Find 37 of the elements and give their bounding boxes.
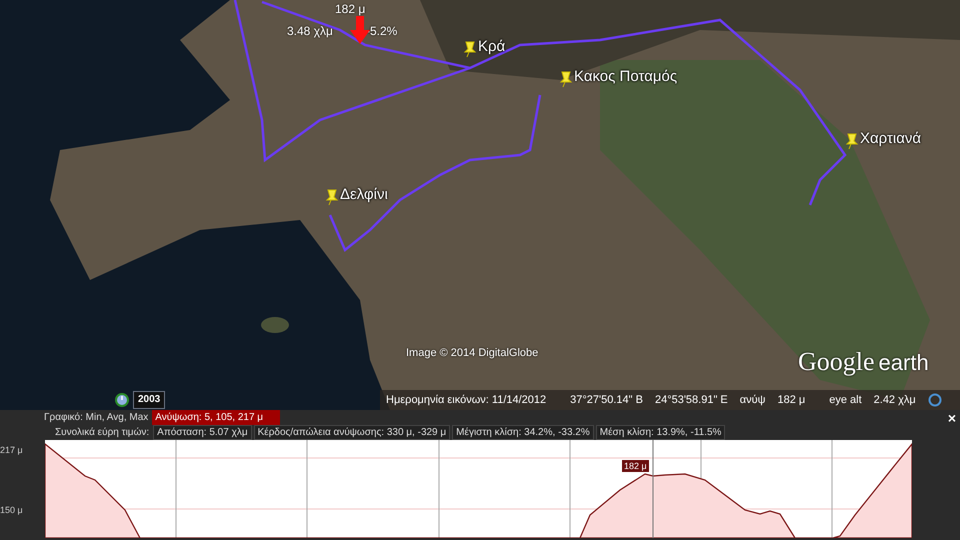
latitude-text: 37°27'50.14" Β: [570, 392, 643, 408]
pushpin-icon[interactable]: [844, 132, 860, 150]
satellite-map[interactable]: 182 μ 3.48 χλμ -5.2% Κρά Κακος Ποταμός Χαρτιανά Δελφίνι Image © 2014 DigitalGlobe Google earth 2003 Ημερομηνία εικόνων: 11/14/2012 37°27'50.14" Β 24°53'58.91" Ε ανύψ 182 μ eye alt 2.42 χλμ: [0, 0, 960, 410]
marker-elevation: 182 μ: [335, 1, 366, 18]
placemark-label[interactable]: Κρά: [478, 36, 506, 58]
stat-field: Μέγιστη κλίση: 34.2%, -33.2%: [452, 425, 594, 440]
elevation-tab[interactable]: Ανύψωση: 5, 105, 217 μ: [152, 410, 280, 425]
stat-field: Κέρδος/απώλεια ανύψωσης: 330 μ, -329 μ: [254, 425, 450, 440]
elevation-value: 182 μ: [777, 392, 806, 408]
axis-label: 217 μ: [0, 444, 24, 457]
image-attribution: Image © 2014 DigitalGlobe: [406, 346, 538, 361]
year-badge[interactable]: 2003: [133, 391, 166, 409]
imagery-date: Ημερομηνία εικόνων: 11/14/2012: [386, 392, 546, 408]
placemark-label[interactable]: Κακος Ποταμός: [574, 66, 678, 88]
logo-word: Google: [798, 346, 875, 378]
totals-label: Συνολικά εύρη τιμών:: [55, 426, 150, 440]
placemark-label[interactable]: Δελφίνι: [340, 184, 388, 206]
pushpin-icon[interactable]: [324, 188, 340, 206]
pushpin-icon[interactable]: [558, 70, 574, 88]
marker-distance: 3.48 χλμ: [287, 23, 333, 40]
logo-word: earth: [878, 349, 929, 377]
elevation-label: ανύψ: [740, 392, 766, 408]
eye-altitude-value: 2.42 χλμ: [874, 392, 916, 408]
stat-field: Απόσταση: 5.07 χλμ: [153, 425, 252, 440]
marker-grade: -5.2%: [366, 23, 398, 40]
longitude-text: 24°53'58.91" Ε: [654, 392, 728, 408]
axis-label: 150 μ: [0, 504, 24, 517]
eye-altitude-label: eye alt: [829, 392, 862, 408]
placemark-label[interactable]: Χαρτιανά: [860, 128, 922, 150]
pushpin-icon[interactable]: [462, 40, 478, 58]
stat-field: Μέση κλίση: 13.9%, -11.5%: [596, 425, 726, 440]
graph-label: Γραφικό: Min, Avg, Max: [44, 411, 150, 425]
arrow-down-icon: [350, 16, 370, 44]
cursor-tooltip: 182 μ: [622, 460, 649, 472]
loading-ring-icon: [928, 393, 942, 407]
clock-icon[interactable]: [115, 393, 129, 407]
close-button[interactable]: ×: [948, 411, 956, 425]
